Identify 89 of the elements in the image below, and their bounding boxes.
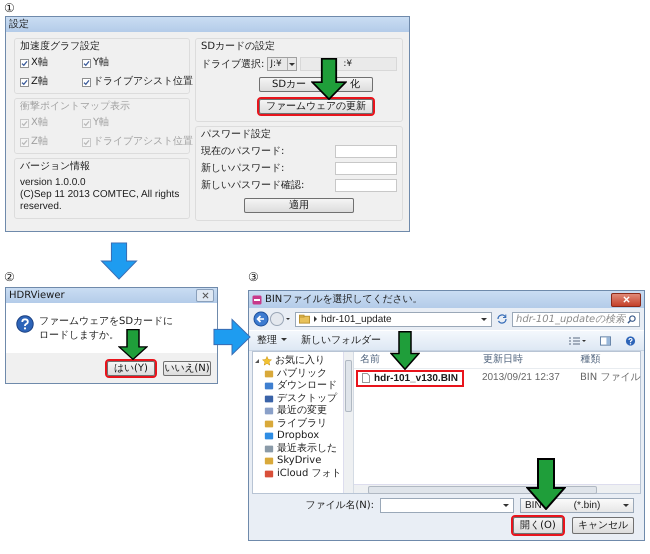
right-arrow: [213, 318, 251, 356]
version-text: version 1.0.0.0 (C)Sep 11 2013 COMTEC, All rights reserved.: [20, 177, 180, 213]
scrollbar[interactable]: [343, 352, 353, 493]
checkbox-label: X軸: [31, 117, 48, 129]
preview-pane-icon[interactable]: [600, 336, 611, 346]
down-arrow: [100, 242, 138, 280]
new-folder-button[interactable]: 新しいフォルダー: [301, 334, 381, 346]
expand-icon[interactable]: [255, 359, 259, 364]
password-field[interactable]: [335, 162, 397, 175]
question-icon: [16, 315, 34, 333]
nav-item[interactable]: ダウンロード: [253, 380, 337, 392]
group-title: バージョン情報: [20, 161, 90, 173]
checkbox-label: Y軸: [93, 57, 110, 69]
drive-label: ドライブ選択:: [201, 58, 264, 71]
nav-item[interactable]: お気に入り: [253, 355, 325, 368]
checkbox-label: Z軸: [31, 136, 48, 148]
window-title: HDRViewer: [9, 290, 65, 302]
checkbox-label: ドライブアシスト位置: [93, 76, 193, 88]
password-field[interactable]: [335, 179, 397, 192]
down-arrow: [390, 331, 420, 370]
organize-menu[interactable]: 整理: [257, 334, 287, 346]
chevron-icon: [314, 316, 317, 322]
nav-item[interactable]: パブリック: [253, 368, 327, 380]
group-title: 加速度グラフ設定: [20, 41, 100, 53]
firmware-update-button[interactable]: ファームウェアの更新: [259, 99, 373, 114]
drive-dropdown[interactable]: J:¥: [267, 57, 298, 71]
step-number: ①: [4, 2, 15, 14]
checkbox-label: ドライブアシスト位置: [93, 136, 193, 148]
caret-icon: [281, 338, 287, 342]
caret-icon: [623, 504, 629, 507]
checkbox[interactable]: [82, 58, 91, 68]
checkbox[interactable]: [20, 58, 29, 68]
nav-item[interactable]: ライブラリ: [253, 418, 327, 430]
column-header[interactable]: 種類: [580, 354, 640, 366]
message-text: ロードしますか。: [39, 329, 119, 342]
window-title: 設定: [9, 18, 29, 30]
window-title: BINファイルを選択してください。: [265, 294, 422, 306]
password-field[interactable]: [335, 145, 397, 158]
file-name-field[interactable]: [380, 498, 514, 513]
search-field[interactable]: hdr-101_updateの検索: [512, 312, 640, 326]
nav-item[interactable]: 最近の変更: [253, 405, 327, 418]
close-button[interactable]: [611, 292, 641, 306]
column-header[interactable]: 名前: [354, 354, 484, 366]
caret-icon: [481, 318, 487, 320]
file-name-label: ファイル名(N):: [305, 500, 374, 512]
star-icon: [262, 356, 272, 366]
file-item[interactable]: hdr-101_v130.BIN: [358, 372, 462, 384]
group-title: 衝撃ポイントマップ表示: [20, 101, 130, 113]
refresh-icon[interactable]: [496, 313, 508, 325]
no-button[interactable]: いいえ(N): [163, 360, 211, 376]
apply-button[interactable]: 適用: [244, 198, 354, 213]
address-bar[interactable]: hdr-101_update: [295, 312, 492, 326]
back-forward-icon[interactable]: [253, 311, 291, 327]
close-button[interactable]: [196, 289, 214, 302]
caret-icon: [289, 62, 296, 66]
app-icon: [252, 294, 262, 304]
table-cell-text: 2013/09/21 12:37: [482, 372, 561, 384]
group-title: SDカードの設定: [201, 41, 276, 53]
checkbox-label: X軸: [31, 57, 48, 69]
down-arrow: [526, 458, 566, 510]
step-number: ②: [4, 271, 15, 283]
cancel-button[interactable]: キャンセル: [572, 517, 634, 534]
nav-item[interactable]: SkyDrive: [253, 455, 322, 468]
field-label: 新しいパスワード確認:: [201, 180, 306, 192]
checkbox-label: Y軸: [93, 117, 110, 129]
checkbox[interactable]: [20, 78, 29, 86]
open-button[interactable]: 開く(O): [513, 517, 563, 534]
nav-item[interactable]: 最近表示した: [253, 442, 337, 455]
field-label: 現在のパスワード:: [201, 146, 286, 158]
nav-item[interactable]: デスクトップ: [253, 392, 337, 405]
checkbox[interactable]: [82, 78, 91, 86]
close-icon: [202, 292, 208, 299]
down-arrow: [118, 329, 148, 360]
search-icon: [627, 314, 636, 324]
nav-item[interactable]: iCloud フォト: [253, 468, 342, 480]
yes-button[interactable]: はい(Y): [107, 360, 155, 376]
column-header[interactable]: 更新日時: [483, 354, 580, 366]
message-text: ファームウェアをSDカードに: [39, 315, 174, 328]
help-icon[interactable]: [625, 336, 636, 346]
file-icon: [362, 373, 370, 383]
table-cell: BIN ファイル: [580, 372, 640, 384]
field-label: 新しいパスワード:: [201, 162, 286, 174]
group-title: パスワード設定: [201, 129, 271, 141]
close-icon: [622, 296, 630, 303]
checkbox-label: Z軸: [31, 76, 48, 88]
view-options-icon[interactable]: [568, 336, 586, 346]
caret-icon: [503, 504, 509, 507]
nav-item[interactable]: Dropbox: [253, 430, 320, 442]
step-number: ③: [248, 271, 259, 283]
